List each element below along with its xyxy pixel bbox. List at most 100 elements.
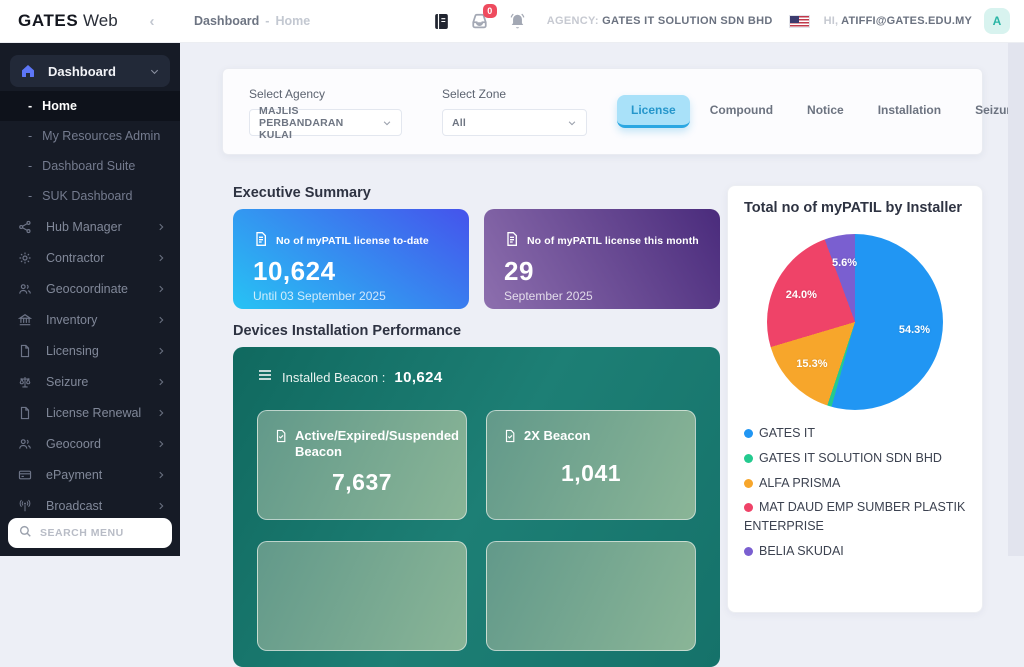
legend-label: GATES IT SOLUTION SDN BHD	[759, 451, 942, 465]
agency-select-value: MAJLIS PERBANDARAN KULAI	[259, 105, 372, 141]
sidebar-item-label: Hub Manager	[46, 220, 122, 234]
legend-item[interactable]: BELIA SKUDAI	[744, 542, 966, 561]
legend-label: MAT DAUD EMP SUMBER PLASTIK ENTERPRISE	[744, 500, 965, 533]
legend-label: ALFA PRISMA	[759, 476, 840, 490]
tab-license[interactable]: License	[617, 95, 690, 128]
bell-icon[interactable]	[508, 12, 527, 31]
sidebar-item-label: ePayment	[46, 468, 102, 482]
summary-card: No of myPATIL license to-date10,624Until…	[233, 209, 469, 309]
executive-summary-title: Executive Summary	[233, 185, 720, 201]
sidebar-collapse-icon[interactable]: ‹	[142, 13, 162, 30]
agency-select[interactable]: MAJLIS PERBANDARAN KULAI	[249, 109, 402, 136]
search-menu-input[interactable]	[40, 527, 150, 539]
file-check-icon	[503, 429, 517, 444]
sidebar-item-epayment[interactable]: ePayment	[0, 460, 180, 490]
legend-dot	[744, 547, 753, 556]
zone-select[interactable]: All	[442, 109, 587, 136]
sidebar-subitem-dashboard-suite[interactable]: Dashboard Suite	[0, 151, 180, 181]
sidebar-item-label: Geocoord	[46, 437, 101, 451]
summary-card-value: 10,624	[253, 256, 449, 287]
sidebar-subitem-home[interactable]: Home	[0, 91, 180, 121]
sidebar: Dashboard HomeMy Resources AdminDashboar…	[0, 43, 180, 556]
tab-notice[interactable]: Notice	[793, 95, 858, 128]
legend-item[interactable]: ALFA PRISMA	[744, 474, 966, 493]
legend-item[interactable]: GATES IT SOLUTION SDN BHD	[744, 449, 966, 468]
gear-icon	[18, 251, 34, 265]
sidebar-item-label: Broadcast	[46, 499, 102, 513]
sidebar-item-geocoordinate[interactable]: Geocoordinate	[0, 274, 180, 304]
chevron-right-icon	[156, 284, 166, 294]
chevron-right-icon	[156, 346, 166, 356]
sidebar-item-inventory[interactable]: Inventory	[0, 305, 180, 335]
beacon-card-label: 2X Beacon	[524, 428, 590, 444]
breadcrumb-separator: -	[265, 14, 269, 28]
beacon-card: Active/Expired/Suspended Beacon7,637	[257, 410, 467, 520]
app-logo: GATES Web	[18, 11, 140, 31]
logo-bold: GATES	[18, 11, 78, 30]
addressbook-icon[interactable]	[432, 12, 451, 31]
sidebar-item-hub-manager[interactable]: Hub Manager	[0, 212, 180, 242]
chevron-down-icon	[557, 118, 577, 128]
antenna-icon	[18, 499, 34, 513]
pie-slice-label: 24.0%	[786, 289, 817, 301]
summary-card-subtext: Until 03 September 2025	[253, 289, 449, 303]
greeting-label: HI,	[824, 15, 839, 27]
us-flag-icon[interactable]	[789, 15, 810, 28]
sidebar-item-label: Licensing	[46, 344, 99, 358]
sidebar-item-dashboard[interactable]: Dashboard	[10, 55, 170, 87]
zone-select-value: All	[452, 117, 466, 129]
file-text-icon	[253, 231, 269, 250]
sidebar-item-label: Dashboard	[48, 64, 116, 79]
summary-card-label: No of myPATIL license this month	[527, 235, 699, 247]
zone-field: Select Zone All	[442, 87, 587, 136]
installed-beacon-counter: Installed Beacon : 10,624	[257, 367, 696, 388]
search-icon	[18, 524, 32, 543]
sidebar-item-licensing[interactable]: Licensing	[0, 336, 180, 366]
legend-dot	[744, 503, 753, 512]
breadcrumb-dashboard[interactable]: Dashboard	[194, 14, 259, 28]
bank-icon	[18, 313, 34, 327]
logo-light: Web	[83, 11, 118, 30]
avatar[interactable]: A	[984, 8, 1010, 34]
sidebar-subitem-suk-dashboard[interactable]: SUK Dashboard	[0, 181, 180, 211]
agency-info: AGENCY: GATES IT SOLUTION SDN BHD	[547, 15, 773, 27]
pie-slice-label: 54.3%	[899, 324, 930, 336]
chevron-right-icon	[156, 253, 166, 263]
summary-card: No of myPATIL license this month29Septem…	[484, 209, 720, 309]
scrollbar-track[interactable]	[1008, 43, 1024, 556]
tab-compound[interactable]: Compound	[696, 95, 787, 128]
beacon-card: 2X Beacon1,041	[486, 410, 696, 520]
breadcrumb: Dashboard - Home	[194, 14, 310, 28]
pie-slice-label: 15.3%	[796, 358, 827, 370]
legend-item[interactable]: GATES IT	[744, 424, 966, 443]
sidebar-item-contractor[interactable]: Contractor	[0, 243, 180, 273]
users-icon	[18, 282, 34, 296]
sidebar-item-broadcast[interactable]: Broadcast	[0, 491, 180, 521]
file-icon	[18, 406, 34, 420]
inbox-icon[interactable]: 0	[469, 11, 490, 31]
counter-label: Installed Beacon :	[282, 370, 385, 385]
card-icon	[18, 468, 34, 482]
user-greeting: HI, ATIFFI@GATES.EDU.MY	[824, 15, 972, 27]
chevron-right-icon	[156, 222, 166, 232]
notification-badge: 0	[483, 4, 497, 18]
chart-title: Total no of myPATIL by Installer	[744, 200, 966, 216]
sidebar-search[interactable]	[8, 518, 172, 548]
filter-bar: Select Agency MAJLIS PERBANDARAN KULAI S…	[222, 68, 983, 155]
chevron-right-icon	[156, 439, 166, 449]
tab-installation[interactable]: Installation	[864, 95, 955, 128]
beacon-card-value: 7,637	[274, 469, 450, 496]
legend-item[interactable]: MAT DAUD EMP SUMBER PLASTIK ENTERPRISE	[744, 498, 966, 536]
legend-label: GATES IT	[759, 426, 815, 440]
sidebar-item-geocoord[interactable]: Geocoord	[0, 429, 180, 459]
sidebar-item-license-renewal[interactable]: License Renewal	[0, 398, 180, 428]
pie-slice-label: 5.6%	[832, 257, 857, 269]
sidebar-item-label: Inventory	[46, 313, 97, 327]
scale-icon	[18, 375, 34, 389]
breadcrumb-home: Home	[275, 14, 310, 28]
sidebar-item-seizure[interactable]: Seizure	[0, 367, 180, 397]
sidebar-subitem-my-resources-admin[interactable]: My Resources Admin	[0, 121, 180, 151]
legend-dot	[744, 454, 753, 463]
chevron-right-icon	[156, 315, 166, 325]
installer-chart-card: Total no of myPATIL by Installer 54.3% 15…	[727, 185, 983, 613]
